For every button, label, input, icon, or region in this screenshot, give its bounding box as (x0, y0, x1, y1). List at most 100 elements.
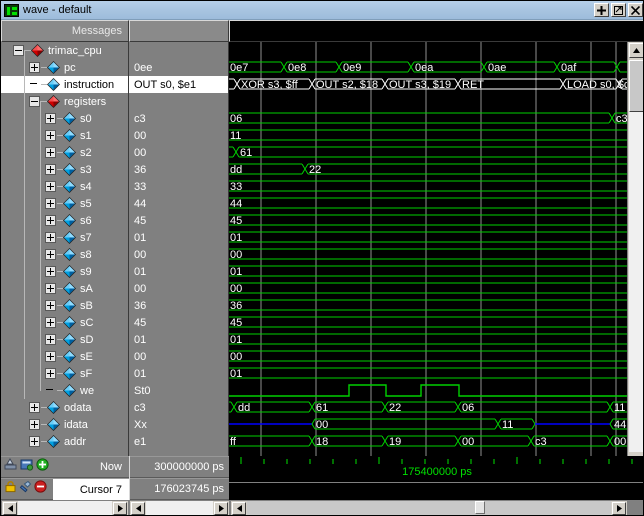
signal-row-s9[interactable]: s9 (1, 263, 128, 280)
signal-value-row-s7[interactable]: 01 (129, 229, 228, 246)
signal-value-row-odata[interactable]: c3 (129, 399, 228, 416)
signal-value-row-sD[interactable]: 01 (129, 331, 228, 348)
signal-row-s6[interactable]: s6 (1, 212, 128, 229)
signal-value-row-addr[interactable]: e1 (129, 433, 228, 450)
expand-icon[interactable] (45, 368, 56, 379)
signal-value-row-idata[interactable]: Xx (129, 416, 228, 433)
signal-value-row-we[interactable]: St0 (129, 382, 228, 399)
cursor-value[interactable]: 176023745 ps (130, 478, 230, 500)
signal-row-odata[interactable]: odata (1, 399, 128, 416)
expand-icon[interactable] (45, 300, 56, 311)
names-scroll-track[interactable] (18, 501, 112, 516)
signal-value-row-registers[interactable] (129, 93, 228, 110)
signal-name-pane[interactable]: trimac_cpupcinstructionregisterss0s1s2s3… (1, 42, 129, 456)
names-hscrollbar[interactable] (1, 500, 129, 516)
add-cursor-icon[interactable] (36, 458, 49, 476)
signal-row-s5[interactable]: s5 (1, 195, 128, 212)
signal-row-pc[interactable]: pc (1, 59, 128, 76)
expand-icon[interactable] (45, 283, 56, 294)
signal-row-sB[interactable]: sB (1, 297, 128, 314)
signal-row-s7[interactable]: s7 (1, 229, 128, 246)
values-scroll-left[interactable] (131, 502, 145, 515)
signal-value-row-s4[interactable]: 33 (129, 178, 228, 195)
wave-scroll-track[interactable] (247, 501, 611, 516)
expand-icon[interactable] (45, 232, 56, 243)
wave-scroll-right[interactable] (612, 502, 626, 515)
expand-icon[interactable] (45, 249, 56, 260)
signal-row-idata[interactable]: idata (1, 416, 128, 433)
signal-value-row-s9[interactable]: 01 (129, 263, 228, 280)
header-values[interactable] (129, 20, 229, 42)
expand-icon[interactable] (45, 164, 56, 175)
expand-icon[interactable] (45, 317, 56, 328)
cursor-grid-icon[interactable] (20, 458, 34, 476)
lock-icon[interactable] (4, 480, 17, 498)
signal-row-sE[interactable]: sE (1, 348, 128, 365)
expand-icon[interactable] (45, 181, 56, 192)
undock-button[interactable] (594, 3, 609, 17)
signal-value-row-pc[interactable]: 0ee (129, 59, 228, 76)
collapse-icon[interactable] (13, 45, 24, 56)
signal-row-s0[interactable]: s0 (1, 110, 128, 127)
signal-value-row-sB[interactable]: 36 (129, 297, 228, 314)
vertical-scroll-track[interactable] (629, 112, 644, 452)
expand-icon[interactable] (45, 147, 56, 158)
values-hscrollbar[interactable] (129, 500, 230, 516)
signal-value-row-sA[interactable]: 00 (129, 280, 228, 297)
signal-row-addr[interactable]: addr (1, 433, 128, 450)
wave-hscrollbar[interactable] (230, 500, 628, 516)
wrench-icon[interactable] (19, 480, 32, 498)
signal-row-s1[interactable]: s1 (1, 127, 128, 144)
values-scroll-track[interactable] (146, 501, 213, 516)
expand-icon[interactable] (45, 334, 56, 345)
wave-vertical-scrollbar[interactable] (627, 42, 644, 456)
signal-value-row-sF[interactable]: 01 (129, 365, 228, 382)
wave-scroll-left[interactable] (232, 502, 246, 515)
expand-icon[interactable] (29, 402, 40, 413)
names-scroll-left[interactable] (3, 502, 17, 515)
signal-row-trimac_cpu[interactable]: trimac_cpu (1, 42, 128, 59)
signal-value-row-s1[interactable]: 00 (129, 127, 228, 144)
expand-icon[interactable] (45, 198, 56, 209)
expand-icon[interactable] (45, 113, 56, 124)
expand-icon[interactable] (29, 62, 40, 73)
signal-row-s4[interactable]: s4 (1, 178, 128, 195)
expand-icon[interactable] (45, 130, 56, 141)
wave-scroll-thumb[interactable] (475, 501, 485, 514)
signal-row-registers[interactable]: registers (1, 93, 128, 110)
expand-icon[interactable] (45, 215, 56, 226)
time-ruler[interactable]: 175400000 ps (229, 456, 644, 500)
signal-value-row-s0[interactable]: c3 (129, 110, 228, 127)
cursor-label[interactable]: Cursor 7 (53, 479, 129, 501)
expand-icon[interactable] (29, 436, 40, 447)
signal-value-row-s8[interactable]: 00 (129, 246, 228, 263)
signal-row-we[interactable]: we (1, 382, 128, 399)
signal-row-sC[interactable]: sC (1, 314, 128, 331)
scroll-up-button[interactable] (629, 43, 644, 58)
cursor-set-icon[interactable] (4, 458, 18, 476)
signal-value-row-sC[interactable]: 45 (129, 314, 228, 331)
signal-row-s8[interactable]: s8 (1, 246, 128, 263)
signal-row-sF[interactable]: sF (1, 365, 128, 382)
header-messages[interactable]: Messages (1, 20, 129, 42)
collapse-icon[interactable] (29, 96, 40, 107)
values-scroll-right[interactable] (214, 502, 228, 515)
signal-row-sA[interactable]: sA (1, 280, 128, 297)
signal-value-row-trimac_cpu[interactable] (129, 42, 228, 59)
signal-row-sD[interactable]: sD (1, 331, 128, 348)
vertical-scroll-thumb[interactable] (629, 60, 644, 112)
waveform-pane[interactable]: 0e70e80e90ea0ae0afXOR s3, $ffOUT s2, $18… (229, 42, 643, 456)
signal-row-s3[interactable]: s3 (1, 161, 128, 178)
signal-value-row-s2[interactable]: 00 (129, 144, 228, 161)
expand-icon[interactable] (45, 351, 56, 362)
signal-value-row-instruction[interactable]: OUT s0, $e1 (129, 76, 228, 93)
close-button[interactable] (628, 3, 643, 17)
signal-row-s2[interactable]: s2 (1, 144, 128, 161)
maximize-button[interactable] (611, 3, 626, 17)
signal-value-row-s6[interactable]: 45 (129, 212, 228, 229)
signal-row-instruction[interactable]: instruction (1, 76, 128, 93)
expand-icon[interactable] (45, 266, 56, 277)
signal-value-pane[interactable]: 0eeOUT s0, $e1c3000036334445010001003645… (129, 42, 229, 456)
signal-value-row-s5[interactable]: 44 (129, 195, 228, 212)
signal-value-row-s3[interactable]: 36 (129, 161, 228, 178)
